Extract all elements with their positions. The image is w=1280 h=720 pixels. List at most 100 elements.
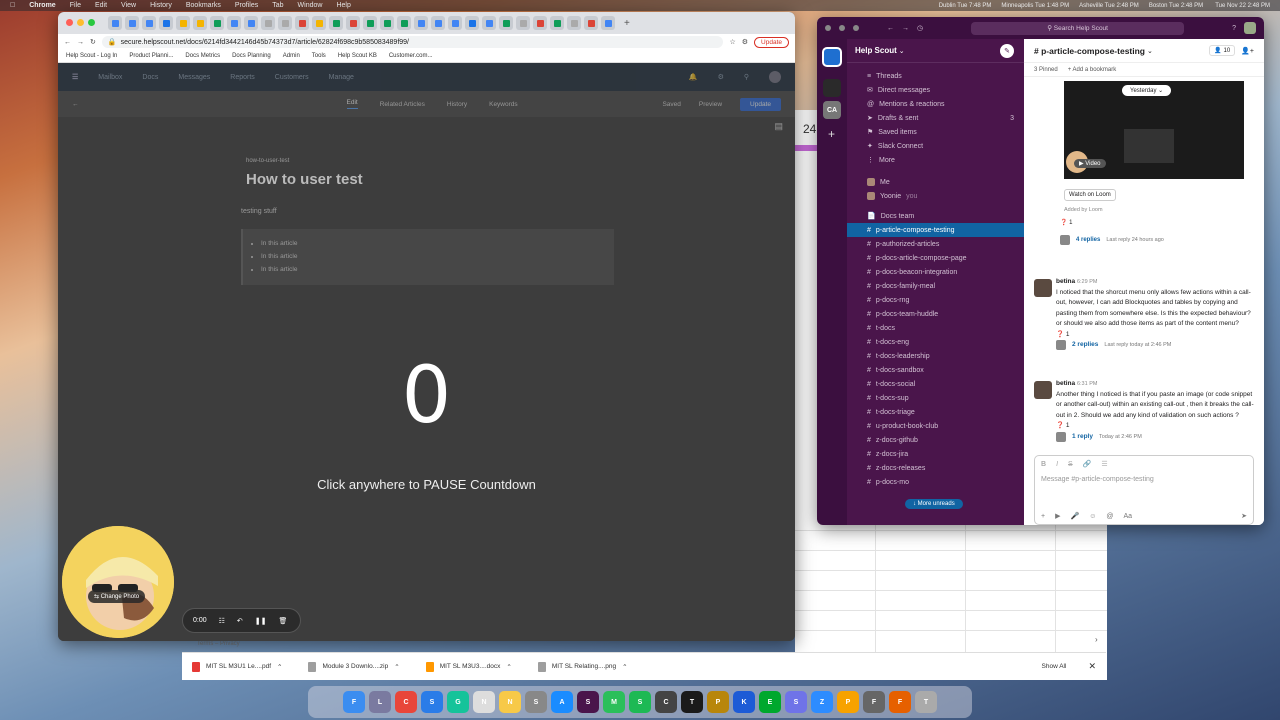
slack-search[interactable]: ⚲ Search Help Scout [971, 21, 1185, 35]
video-icon[interactable]: ▶ [1055, 512, 1060, 520]
composer-placeholder[interactable]: Message #p-article-compose-testing [1035, 472, 1253, 487]
message-avatar[interactable] [1034, 381, 1052, 399]
nav-item[interactable]: Messages [178, 74, 210, 81]
add-member-icon[interactable]: 👤+ [1241, 47, 1254, 55]
add-icon[interactable]: + [1041, 513, 1045, 520]
gear-icon[interactable]: ⚙ [718, 73, 724, 81]
dock-app-icon[interactable]: L [369, 691, 391, 713]
dock-app-icon[interactable]: Z [811, 691, 833, 713]
bell-icon[interactable]: 🔔 [689, 73, 698, 81]
back-icon[interactable]: ← [64, 39, 71, 46]
sheet-scroll-arrow[interactable]: › [1095, 635, 1098, 644]
more-unreads-button[interactable]: ↓ More unreads [905, 499, 963, 509]
article-slug[interactable]: how-to-user-test [246, 158, 289, 164]
dock-app-icon[interactable]: F [343, 691, 365, 713]
browser-tab[interactable] [550, 16, 564, 30]
chevron-up-icon[interactable]: ⌃ [277, 663, 282, 671]
menubar-item[interactable]: Help [336, 2, 350, 9]
sidebar-channel[interactable]: # p-docs-rng [847, 293, 1024, 307]
emoji-icon[interactable]: ☺ [1089, 513, 1096, 520]
dock-app-icon[interactable]: P [837, 691, 859, 713]
message-author[interactable]: betina [1056, 278, 1075, 285]
bookmark-item[interactable]: Help Scout KB [338, 53, 377, 59]
sidebar-channel[interactable]: # p-docs-family-meal [847, 279, 1024, 293]
browser-tab[interactable] [108, 16, 122, 30]
editor-tab[interactable]: Related Articles [380, 101, 425, 108]
minimize-window-button[interactable] [839, 25, 845, 31]
terms-link[interactable]: Terms – Privacy [197, 641, 240, 647]
editor-tab[interactable]: Edit [346, 99, 358, 109]
compose-icon[interactable]: ✎ [1000, 43, 1014, 58]
sidebar-toggle-icon[interactable]: ▤ [774, 121, 783, 132]
preview-button[interactable]: Preview [699, 101, 722, 108]
sidebar-channel[interactable]: # p-authorized-articles [847, 237, 1024, 251]
browser-tab[interactable] [125, 16, 139, 30]
menubar-item[interactable]: History [150, 2, 172, 9]
nav-item[interactable]: Docs [142, 74, 158, 81]
loom-video-preview[interactable]: Yesterday ⌄ ▶ Video [1064, 81, 1244, 179]
menubar-datetime[interactable]: Tue Nov 22 2:48 PM [1215, 3, 1270, 9]
nav-item[interactable]: Customers [275, 74, 309, 81]
menubar-item[interactable]: View [121, 2, 136, 9]
dock-app-icon[interactable]: S [577, 691, 599, 713]
browser-tab[interactable] [584, 16, 598, 30]
back-icon[interactable]: ← [887, 25, 894, 32]
strike-icon[interactable]: S [1068, 461, 1073, 468]
browser-tab[interactable] [482, 16, 496, 30]
bookmark-item[interactable]: Customer.com... [389, 53, 433, 59]
help-icon[interactable]: ? [1232, 25, 1236, 32]
link-icon[interactable]: 🔗 [1083, 460, 1092, 468]
sidebar-channel[interactable]: # p-docs-team-huddle [847, 307, 1024, 321]
pause-icon[interactable]: ❚❚ [255, 617, 267, 625]
browser-tab[interactable] [397, 16, 411, 30]
apple-icon[interactable]:  [10, 2, 15, 9]
menubar-item[interactable]: Window [298, 2, 323, 9]
dock-app-icon[interactable]: K [733, 691, 755, 713]
message[interactable]: betina 6:31 PM Another thing I noticed is… [1034, 379, 1254, 442]
restart-icon[interactable]: ↶ [237, 617, 243, 625]
sidebar-dm[interactable]: Yoonie you [847, 189, 1024, 203]
bold-icon[interactable]: B [1041, 461, 1046, 468]
sidebar-channel[interactable]: # p-docs-mo [847, 475, 1024, 489]
chevron-down-icon[interactable]: ⌄ [1147, 47, 1153, 55]
browser-tab[interactable] [244, 16, 258, 30]
dock-app-icon[interactable]: S [785, 691, 807, 713]
reload-icon[interactable]: ↻ [90, 38, 96, 46]
dock-app-icon[interactable]: G [447, 691, 469, 713]
browser-tab[interactable] [499, 16, 513, 30]
close-window-button[interactable] [825, 25, 831, 31]
browser-tab[interactable] [193, 16, 207, 30]
dock-app-icon[interactable]: F [889, 691, 911, 713]
dock-app-icon[interactable]: S [421, 691, 443, 713]
chevron-down-icon[interactable]: ⌄ [899, 47, 905, 55]
browser-tab[interactable] [295, 16, 309, 30]
thread-replies-link[interactable]: 2 replies [1072, 340, 1098, 351]
ca-workspace-icon[interactable]: CA [823, 101, 841, 119]
forward-icon[interactable]: → [902, 25, 909, 32]
chevron-up-icon[interactable]: ⌃ [622, 663, 627, 671]
sidebar-nav-item[interactable]: ≡ Threads [847, 69, 1024, 83]
dock-app-icon[interactable]: C [655, 691, 677, 713]
browser-tab[interactable] [601, 16, 615, 30]
browser-tab[interactable] [567, 16, 581, 30]
sidebar-channel[interactable]: # t-docs-sandbox [847, 363, 1024, 377]
menubar-item[interactable]: File [70, 2, 81, 9]
history-icon[interactable]: ◷ [917, 24, 923, 32]
user-avatar[interactable] [1244, 22, 1256, 34]
dock-app-icon[interactable]: S [629, 691, 651, 713]
dock-app-icon[interactable]: F [863, 691, 885, 713]
avatar[interactable] [769, 71, 781, 83]
add-bookmark[interactable]: + Add a bookmark [1068, 67, 1117, 73]
close-window-button[interactable] [66, 19, 73, 26]
change-photo-button[interactable]: ⇆ Change Photo [88, 590, 146, 603]
sidebar-nav-item[interactable]: ✉ Direct messages [847, 83, 1024, 97]
helpscout-logo-icon[interactable]: ☰ [72, 73, 78, 81]
watch-on-loom-button[interactable]: Watch on Loom [1064, 189, 1116, 201]
mic-icon[interactable]: 🎤 [1070, 512, 1079, 520]
sidebar-dm[interactable]: Me [847, 175, 1024, 189]
pause-countdown-text[interactable]: Click anywhere to PAUSE Countdown [58, 477, 795, 492]
download-item[interactable]: MIT SL Relating....png ⌃ [537, 661, 628, 672]
star-icon[interactable]: ☆ [729, 38, 735, 46]
nav-item[interactable]: Mailbox [98, 74, 122, 81]
sidebar-nav-item[interactable]: ⚑ Saved items [847, 125, 1024, 139]
